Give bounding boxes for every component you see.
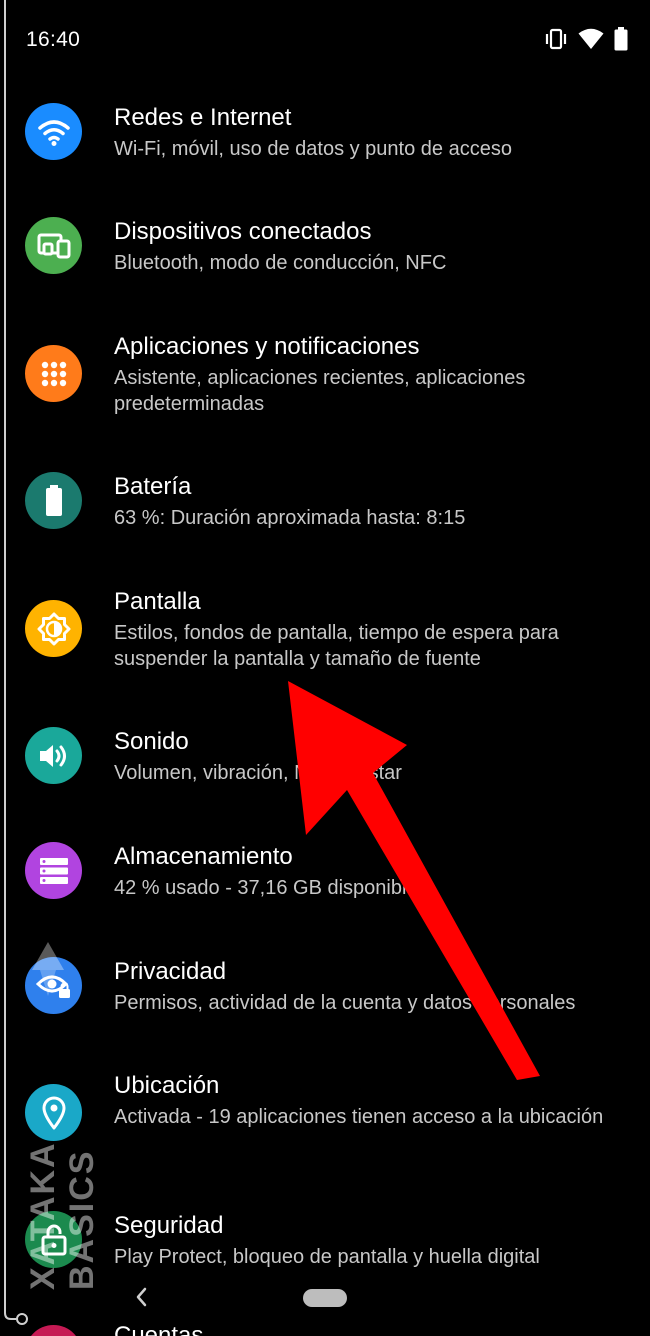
watermark-logo-icon [32, 942, 64, 996]
battery-icon [25, 472, 82, 529]
brightness-icon [25, 600, 82, 657]
setting-title: Aplicaciones y notificaciones [114, 333, 420, 360]
setting-item-dispositivos[interactable]: Dispositivos conectados Bluetooth, modo … [0, 214, 650, 324]
setting-title: Privacidad [114, 958, 227, 985]
setting-subtitle: Volumen, vibración, No molestar [114, 762, 402, 784]
devices-icon [25, 217, 82, 274]
apps-grid-icon [25, 345, 82, 402]
setting-subtitle: Wi-Fi, móvil, uso de datos y punto de ac… [114, 138, 512, 160]
wifi-icon [25, 103, 82, 160]
setting-title: Pantalla [114, 588, 201, 615]
settings-screen: 16:40 Redes e Internet Wi-Fi, móvil, uso… [0, 0, 650, 1336]
setting-subtitle: Estilos, fondos de pantalla, tiempo de e… [114, 622, 559, 670]
setting-item-privacidad[interactable]: Privacidad Permisos, actividad de la cue… [0, 954, 650, 1064]
setting-subtitle: Bluetooth, modo de conducción, NFC [114, 252, 447, 274]
back-icon[interactable] [130, 1285, 154, 1309]
home-pill[interactable] [303, 1289, 347, 1307]
volume-icon [25, 727, 82, 784]
setting-subtitle: Play Protect, bloqueo de pantalla y huel… [114, 1246, 540, 1268]
setting-item-bateria[interactable]: Batería 63 %: Duración aproximada hasta:… [0, 469, 650, 579]
setting-title: Dispositivos conectados [114, 218, 372, 245]
settings-list: Redes e Internet Wi-Fi, móvil, uso de da… [0, 0, 650, 1336]
setting-title: Sonido [114, 728, 189, 755]
setting-subtitle: 42 % usado - 37,16 GB disponibles [114, 877, 428, 899]
setting-subtitle: Asistente, aplicaciones recientes, aplic… [114, 367, 526, 415]
setting-title: Seguridad [114, 1212, 224, 1239]
setting-item-pantalla[interactable]: Pantalla Estilos, fondos de pantalla, ti… [0, 584, 650, 714]
setting-subtitle: 63 %: Duración aproximada hasta: 8:15 [114, 507, 466, 529]
setting-title: Redes e Internet [114, 104, 292, 131]
setting-item-cuentas[interactable]: Cuentas [114, 1322, 203, 1336]
setting-item-aplicaciones[interactable]: Aplicaciones y notificaciones Asistente,… [0, 329, 650, 459]
setting-title: Batería [114, 473, 192, 500]
setting-subtitle: Permisos, actividad de la cuenta y datos… [114, 992, 576, 1014]
setting-title: Almacenamiento [114, 843, 293, 870]
setting-subtitle: Activada - 19 aplicaciones tienen acceso… [114, 1106, 604, 1128]
setting-item-sonido[interactable]: Sonido Volumen, vibración, No molestar [0, 724, 650, 834]
setting-item-redes[interactable]: Redes e Internet Wi-Fi, móvil, uso de da… [0, 100, 650, 210]
setting-title: Ubicación [114, 1072, 220, 1099]
setting-item-almacenamiento[interactable]: Almacenamiento 42 % usado - 37,16 GB dis… [0, 839, 650, 949]
storage-icon [25, 842, 82, 899]
cuentas-icon [25, 1325, 82, 1336]
watermark-text: XATAKA BASICS [24, 1142, 101, 1290]
